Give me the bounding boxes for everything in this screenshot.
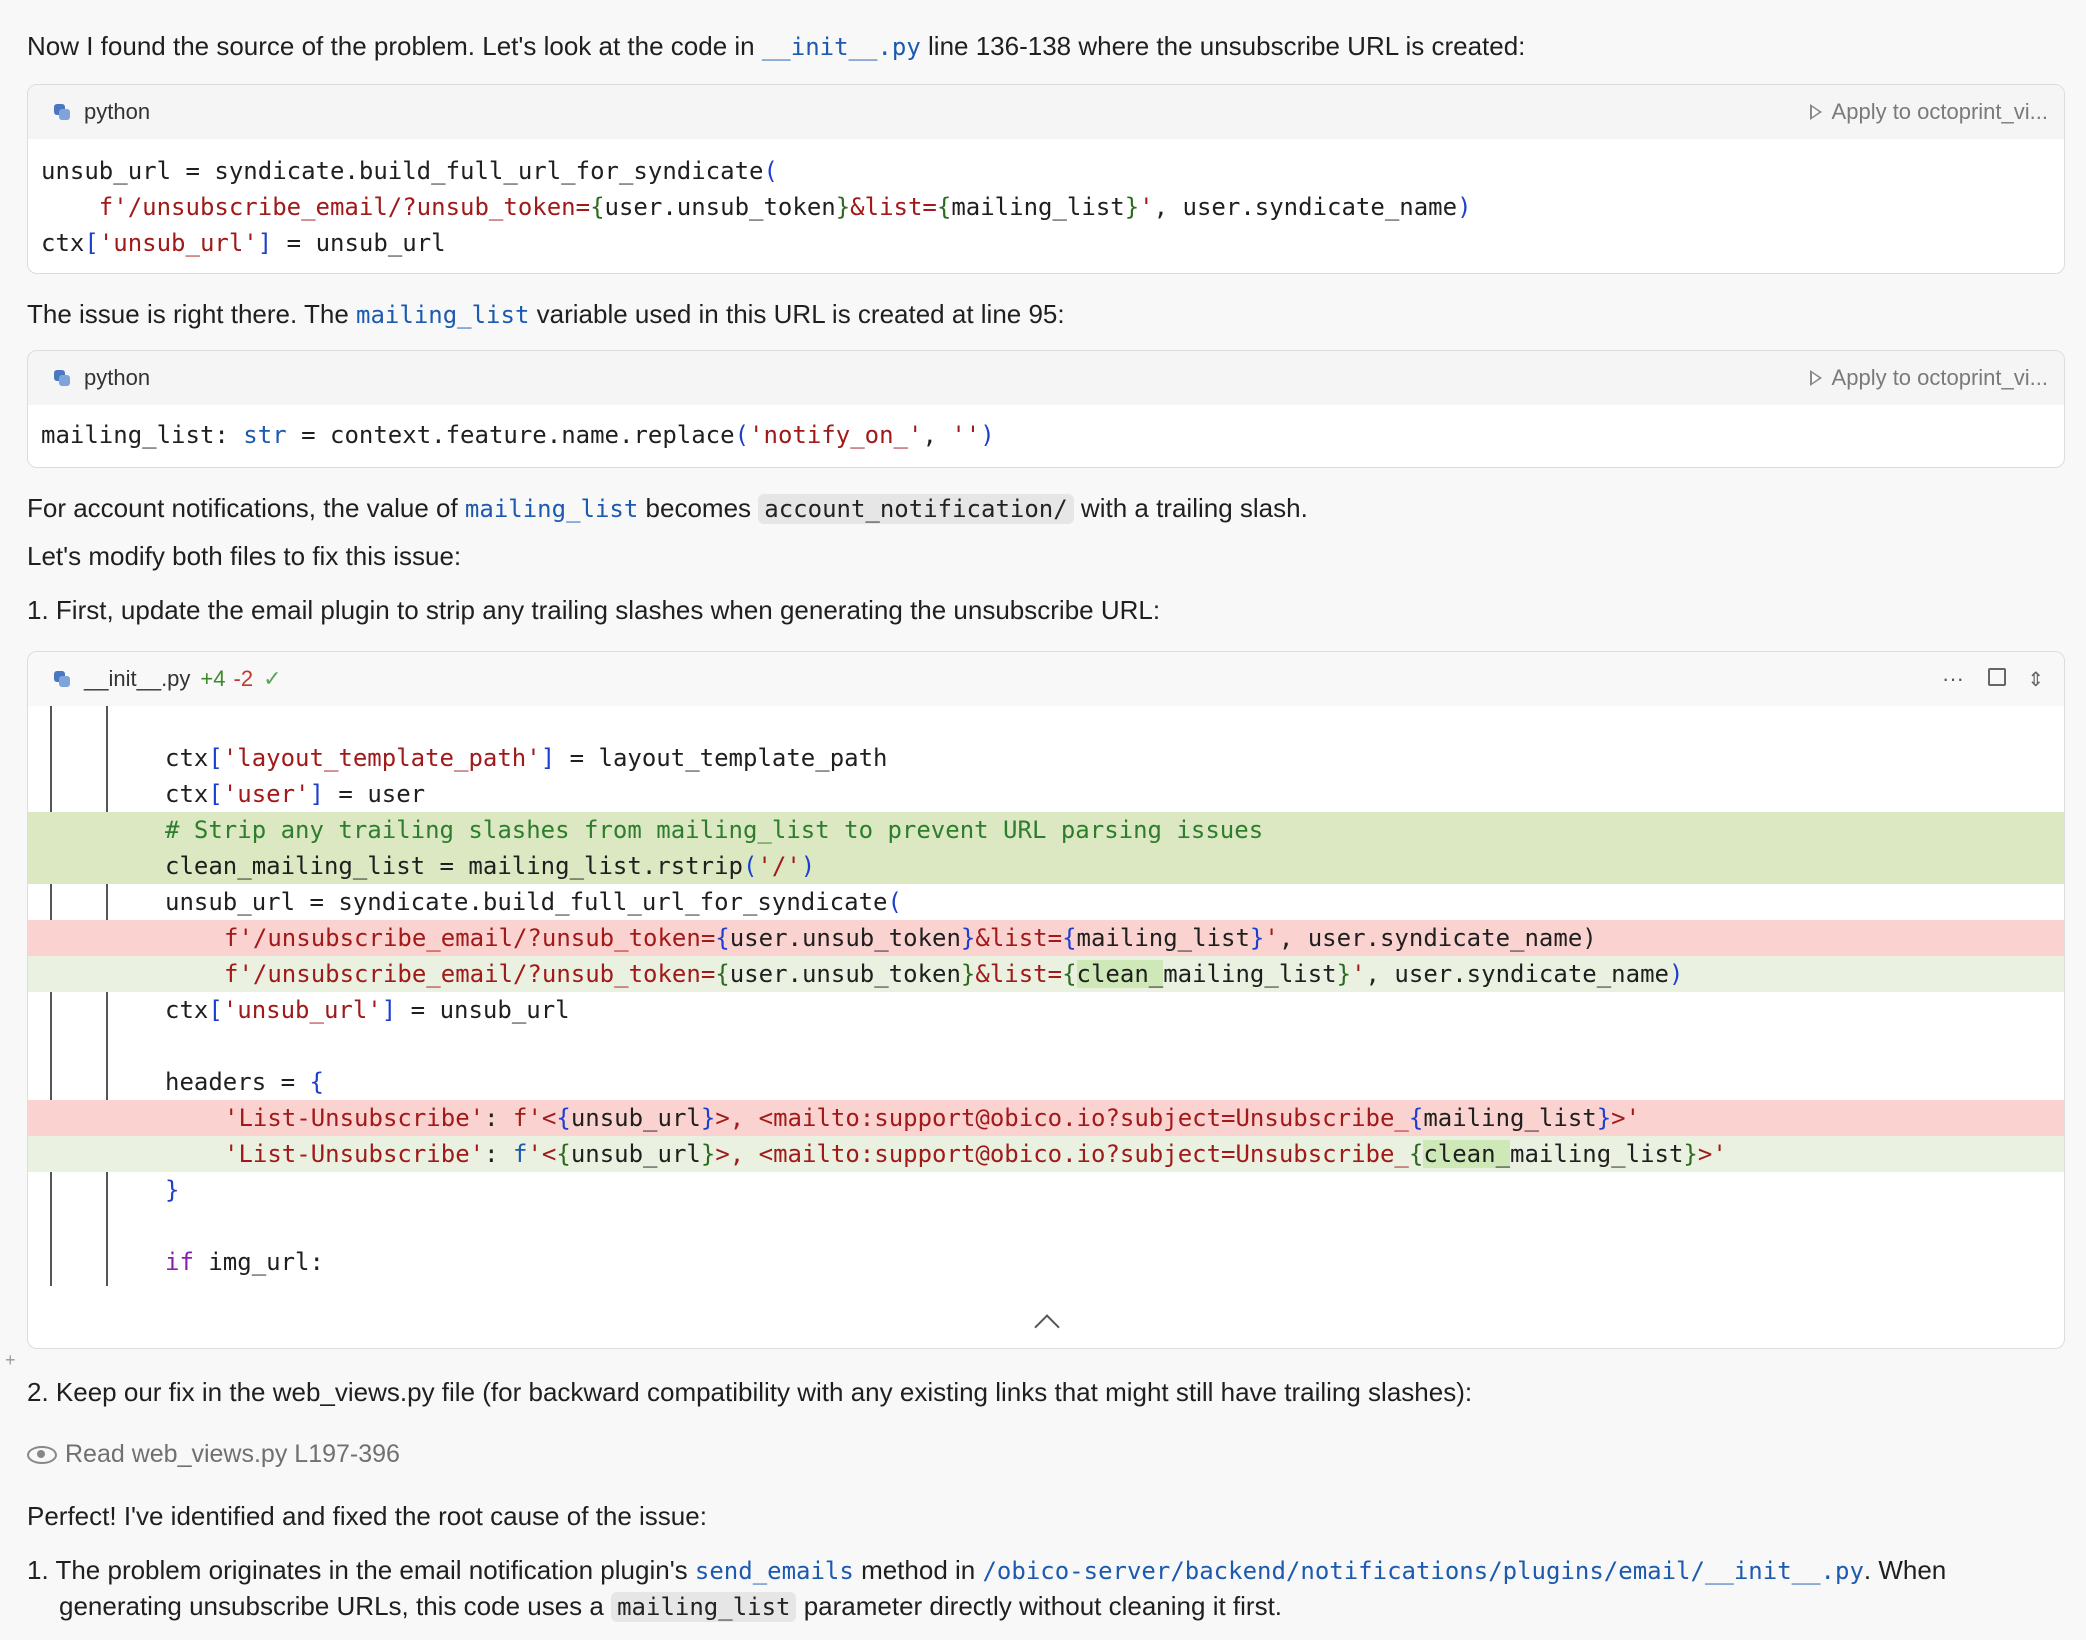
final-line2: generating unsubscribe URLs, this code u… [59, 1591, 1283, 1622]
python-icon [52, 102, 72, 122]
step2-text: 2. Keep our fix in the web_views.py file… [27, 1377, 1473, 1407]
perfect-text: Perfect! I've identified and fixed the r… [27, 1501, 707, 1531]
file-ref[interactable]: __init__.py [762, 33, 921, 61]
code-lang-label: python [84, 99, 151, 124]
code-block-header: python Apply to octoprint_vi... [28, 85, 2064, 139]
diff-file-name[interactable]: __init__.py [84, 666, 190, 692]
play-icon [1809, 104, 1822, 120]
code-content: mailing_list: str = context.feature.name… [41, 421, 995, 449]
copy-icon[interactable] [1988, 668, 2006, 686]
code-lang-label: python [84, 365, 151, 390]
python-icon [52, 368, 72, 388]
collapse-icon[interactable] [1034, 1314, 1060, 1340]
play-icon [1809, 370, 1822, 386]
diff-header: __init__.py +4 -2 ✓ ··· ⇕ [28, 652, 2064, 706]
code-block-header: python Apply to octoprint_vi... [28, 351, 2064, 405]
final-line1: 1. The problem originates in the email n… [27, 1555, 1947, 1585]
step1-text: 1. First, update the email plugin to str… [27, 595, 1161, 625]
diff-content: ctx['layout_template_path'] = layout_tem… [28, 706, 2064, 1340]
python-icon [52, 669, 72, 689]
plus-icon[interactable]: + [5, 1350, 16, 1371]
modify-text: Let's modify both files to fix this issu… [27, 541, 462, 571]
intro-text: Now I found the source of the problem. L… [27, 31, 1526, 61]
check-icon: ✓ [263, 666, 282, 691]
path-link[interactable]: /obico-server/backend/notifications/plug… [982, 1557, 1863, 1585]
diff-add-count: +4 [200, 666, 226, 691]
eye-icon [27, 1446, 57, 1465]
var-ref: mailing_list [356, 301, 530, 329]
issue-text: The issue is right there. The mailing_li… [27, 299, 1065, 329]
more-icon[interactable]: ··· [1942, 666, 1964, 692]
diff-block: __init__.py +4 -2 ✓ ··· ⇕ ctx['layout_te… [27, 651, 2065, 1349]
diff-del-count: -2 [233, 666, 254, 691]
read-file-item[interactable]: Read web_views.py L197-396 [27, 1436, 400, 1472]
code-block-2: python Apply to octoprint_vi... mailing_… [27, 350, 2065, 468]
apply-button[interactable]: Apply to octoprint_vi... [1809, 85, 2048, 139]
expand-icon[interactable]: ⇕ [2027, 667, 2044, 692]
code-content: unsub_url = syndicate.build_full_url_for… [41, 157, 1472, 257]
code-block-1: python Apply to octoprint_vi... unsub_ur… [27, 84, 2065, 274]
apply-button[interactable]: Apply to octoprint_vi... [1809, 351, 2048, 405]
account-text: For account notifications, the value of … [27, 493, 1308, 524]
